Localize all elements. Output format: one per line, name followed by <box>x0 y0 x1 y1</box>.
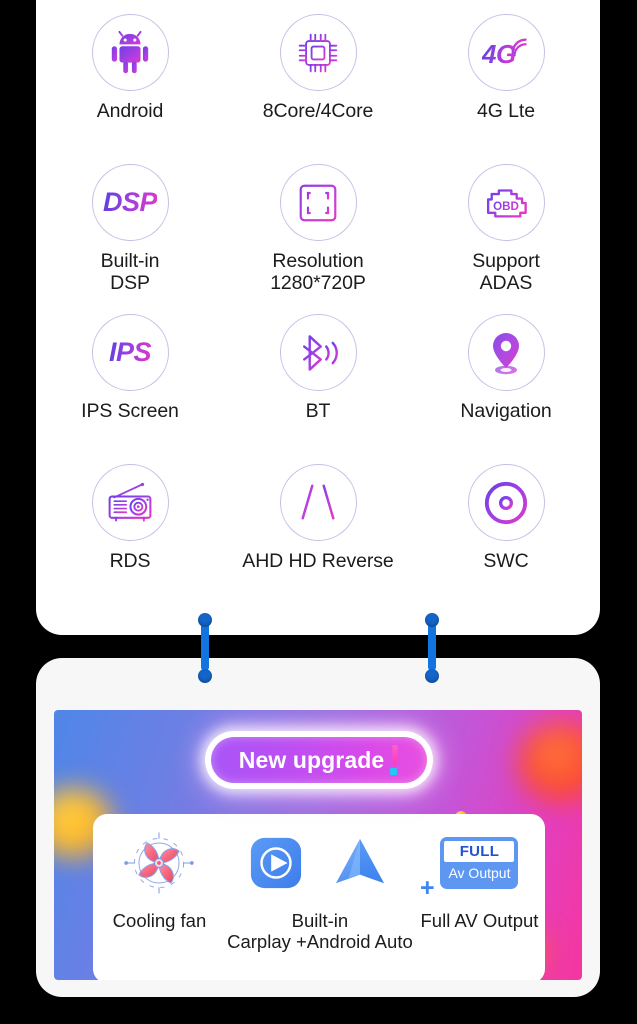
feature-cell-adas[interactable]: OBD Support ADAS <box>412 150 600 300</box>
reverse-guidelines-glyph <box>301 484 335 520</box>
upgrade-gradient-banner: New upgrade Cooling fan + Built-in Carpl… <box>54 710 582 980</box>
exclamation-mark-icon <box>390 745 399 775</box>
feature-label: 4G Lte <box>477 100 535 122</box>
carplay-play-icon <box>250 837 302 889</box>
upgrade-item-label: Cooling fan <box>112 910 207 931</box>
android-robot-icon <box>91 14 169 91</box>
new-upgrade-badge[interactable]: New upgrade <box>205 731 433 789</box>
av-badge-title: FULL <box>444 841 515 862</box>
new-upgrade-label: New upgrade <box>238 746 385 773</box>
connector-cap-bottom <box>198 669 212 683</box>
feature-cell-ips[interactable]: IPS IPS Screen <box>36 300 224 450</box>
radio-rds-glyph <box>108 482 152 522</box>
feature-cell-swc[interactable]: SWC <box>412 450 600 600</box>
features-card: Android 8Core/4Core 4G 4G Lte DSP Built-… <box>36 0 600 635</box>
carplay-androidauto-icons: + <box>220 832 435 902</box>
upgrade-feature-panel: Cooling fan + Built-in Carplay +Android … <box>93 814 545 980</box>
upgrade-feature-list: Cooling fan + Built-in Carplay +Android … <box>93 814 545 980</box>
full-av-badge-icon: FULL Av Output <box>440 832 519 894</box>
upgrade-item-label: Full AV Output <box>420 910 539 931</box>
upgrade-card: New upgrade Cooling fan + Built-in Carpl… <box>36 658 600 997</box>
upgrade-item-label: Built-in Carplay +Android Auto <box>227 910 413 953</box>
feature-cell-dsp[interactable]: DSP Built-in DSP <box>36 150 224 300</box>
feature-cell-bt[interactable]: BT <box>224 300 412 450</box>
card-connector-left <box>198 613 212 683</box>
upgrade-item-carplay-androidauto[interactable]: + Built-in Carplay +Android Auto <box>220 832 435 953</box>
feature-cell-android[interactable]: Android <box>36 0 224 150</box>
4g-signal-icon: 4G <box>467 14 545 91</box>
exclamation-dot <box>390 768 398 775</box>
exclamation-stem <box>392 745 399 765</box>
cooling-fan-icon <box>122 832 196 894</box>
feature-label: Built-in DSP <box>100 250 160 295</box>
upgrade-item-full-av-output[interactable]: FULL Av Output Full AV Output <box>420 832 539 931</box>
features-grid: Android 8Core/4Core 4G 4G Lte DSP Built-… <box>36 0 600 600</box>
feature-cell-resolution[interactable]: Resolution 1280*720P <box>224 150 412 300</box>
bluetooth-icon <box>279 314 357 391</box>
feature-label: SWC <box>483 550 529 572</box>
new-upgrade-pill: New upgrade <box>211 737 427 783</box>
resolution-frame-icon <box>279 164 357 241</box>
obd-engine-glyph: OBD <box>486 185 527 218</box>
steering-wheel-glyph <box>484 481 528 524</box>
ips-text-icon: IPS <box>91 314 169 391</box>
feature-label: Support ADAS <box>472 250 540 295</box>
upgrade-item-cooling-fan[interactable]: Cooling fan <box>99 832 220 931</box>
cpu-chip-glyph <box>298 33 338 72</box>
decorative-blob-red <box>518 722 582 802</box>
feature-label: BT <box>305 400 331 422</box>
card-connector-right <box>425 613 439 683</box>
feature-label: Navigation <box>460 400 552 422</box>
feature-label: Android <box>96 100 164 122</box>
feature-cell-4g[interactable]: 4G 4G Lte <box>412 0 600 150</box>
screenshot-root: Android 8Core/4Core 4G 4G Lte DSP Built-… <box>0 0 637 1024</box>
obd-engine-icon: OBD <box>467 164 545 241</box>
feature-cell-ahd-reverse[interactable]: AHD HD Reverse <box>224 450 412 600</box>
dsp-text-icon: DSP <box>91 164 169 241</box>
connector-cap-top <box>425 613 439 627</box>
dsp-label-glyph: DSP <box>102 187 158 217</box>
feature-label: Resolution 1280*720P <box>270 250 366 295</box>
feature-label: IPS Screen <box>81 400 179 422</box>
svg-text:OBD: OBD <box>493 200 519 213</box>
reverse-guidelines-icon <box>279 464 357 541</box>
bluetooth-glyph <box>303 334 338 371</box>
feature-cell-navigation[interactable]: Navigation <box>412 300 600 450</box>
android-robot-glyph <box>111 30 149 73</box>
feature-cell-rds[interactable]: RDS <box>36 450 224 600</box>
feature-label: RDS <box>109 550 151 572</box>
plus-separator-icon: + <box>419 874 435 902</box>
feature-label: AHD HD Reverse <box>242 550 394 572</box>
wifi-waves-icon <box>511 37 527 56</box>
av-badge-subtitle: Av Output <box>448 865 511 881</box>
cooling-fan-glyph <box>124 832 195 894</box>
connector-cap-top <box>198 613 212 627</box>
cpu-chip-icon <box>279 14 357 91</box>
feature-label: 8Core/4Core <box>262 100 374 122</box>
resolution-frame-glyph <box>299 184 337 221</box>
radio-rds-icon <box>91 464 169 541</box>
feature-cell-cpu[interactable]: 8Core/4Core <box>224 0 412 150</box>
map-pin-glyph <box>493 332 519 374</box>
map-pin-icon <box>467 314 545 391</box>
android-auto-icon <box>335 838 385 884</box>
steering-wheel-icon <box>467 464 545 541</box>
connector-cap-bottom <box>425 669 439 683</box>
ips-label-glyph: IPS <box>108 337 152 367</box>
av-output-badge: FULL Av Output <box>440 837 519 889</box>
